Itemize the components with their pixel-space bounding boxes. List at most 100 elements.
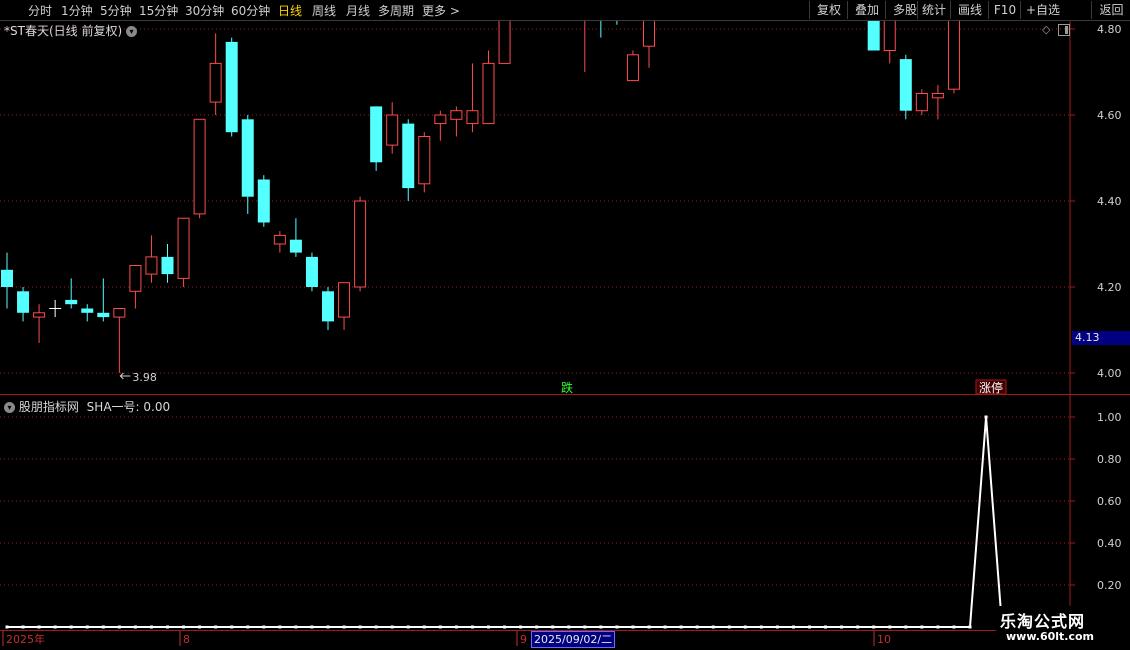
sub-y-tick-label-3: 0.40 xyxy=(1097,537,1122,550)
tab-period-3[interactable]: 15分钟 xyxy=(139,2,178,19)
candle xyxy=(113,308,126,373)
candle-body xyxy=(225,41,238,133)
tab-period-9[interactable]: 多周期 xyxy=(378,2,414,19)
kline-chart[interactable]: 5.405.205.004.804.604.404.204.00 1.000.8… xyxy=(0,21,1130,650)
candle-body xyxy=(289,239,302,253)
candle-body xyxy=(434,114,447,125)
candle xyxy=(33,304,46,343)
indicator-point xyxy=(454,625,458,629)
indicator-point xyxy=(551,625,555,629)
candle-body xyxy=(931,93,944,99)
tab-period-8[interactable]: 月线 xyxy=(346,2,370,19)
candle-body xyxy=(257,179,270,223)
candle-body xyxy=(177,217,190,279)
candle-body xyxy=(402,123,415,189)
indicator-point xyxy=(727,625,731,629)
indicator-point xyxy=(791,625,795,629)
candle-body xyxy=(322,291,334,322)
indicator-point xyxy=(711,625,715,629)
candle xyxy=(947,21,960,94)
indicator-point xyxy=(294,625,298,629)
candle xyxy=(209,33,222,115)
indicator-point xyxy=(503,625,507,629)
chevron-down-icon[interactable]: ▾ xyxy=(4,402,15,413)
candle-body xyxy=(33,312,46,318)
toolbar-button-3[interactable]: 统计 xyxy=(917,1,950,19)
toolbar-button-4[interactable]: 画线 xyxy=(950,1,989,19)
marker-limit-up: 涨停 xyxy=(979,380,1003,395)
candles xyxy=(1,21,960,373)
tab-period-6[interactable]: 日线 xyxy=(278,2,302,19)
candle xyxy=(386,102,399,154)
diamond-icon[interactable]: ◇ xyxy=(1042,23,1050,36)
toolbar-button-0[interactable]: 复权 xyxy=(809,1,848,19)
indicator-point xyxy=(519,625,523,629)
panel-toggle-icon[interactable] xyxy=(1058,24,1070,36)
candle xyxy=(402,119,415,201)
candle xyxy=(305,252,318,292)
candle xyxy=(354,196,367,292)
candle-body xyxy=(643,21,655,47)
candle xyxy=(915,89,928,115)
toolbar-button-1[interactable]: 叠加 xyxy=(847,1,886,19)
indicator-point xyxy=(904,625,908,629)
toolbar: 分时 1分钟 5分钟 15分钟 30分钟 60分钟 日线 周线 月线 多周期 更多 > 复权 叠加 多股… xyxy=(0,0,1130,21)
candle xyxy=(129,265,142,309)
candle xyxy=(1,252,13,309)
indicator-point xyxy=(310,625,314,629)
toolbar-button-7[interactable]: 返回 xyxy=(1091,1,1130,19)
indicator-point xyxy=(583,625,587,629)
indicator-point xyxy=(117,625,121,629)
tab-period-7[interactable]: 周线 xyxy=(312,2,336,19)
candle xyxy=(899,54,912,120)
candle xyxy=(145,235,158,283)
stock-title[interactable]: *ST春天(日线 前复权) xyxy=(4,24,122,38)
indicator-value: SHA一号: 0.00 xyxy=(86,400,171,414)
x-axis: 2025年 8 9 10 xyxy=(2,631,891,646)
indicator-point xyxy=(262,625,266,629)
candle-body xyxy=(498,21,511,64)
indicator-point xyxy=(567,625,571,629)
indicator-point xyxy=(808,625,811,629)
y-tick-label-4: 4.60 xyxy=(1097,109,1122,122)
tab-period-5[interactable]: 60分钟 xyxy=(231,2,270,19)
candle-body xyxy=(626,54,639,82)
candle xyxy=(161,244,174,283)
toolbar-button-6[interactable]: +自选 xyxy=(1020,1,1065,19)
tab-period-10[interactable]: 更多 > xyxy=(422,2,460,19)
candle xyxy=(338,282,351,330)
sub-y-tick-label-0: 1.00 xyxy=(1097,411,1122,424)
price-tag: 4.13 xyxy=(1072,331,1130,345)
indicator-point xyxy=(182,625,186,629)
indicator-source[interactable]: 股朋指标网 xyxy=(19,400,79,414)
tab-period-1[interactable]: 1分钟 xyxy=(61,2,93,19)
indicator-point xyxy=(37,625,41,629)
candle xyxy=(65,278,78,309)
candle xyxy=(450,106,463,137)
indicator-point xyxy=(663,625,667,629)
main-panel-title: *ST春天(日线 前复权) ▾ xyxy=(4,22,137,39)
candle-body xyxy=(386,114,399,146)
chevron-down-icon[interactable]: ▾ xyxy=(125,26,137,37)
candle-body xyxy=(450,110,463,120)
indicator-point xyxy=(278,625,282,629)
tab-period-0[interactable]: 分时 xyxy=(28,2,52,19)
toolbar-button-5[interactable]: F10 xyxy=(988,1,1021,19)
candle xyxy=(322,287,334,330)
indicator-point xyxy=(775,625,779,629)
indicator-point xyxy=(487,625,490,629)
indicator-point xyxy=(5,625,9,629)
candle-body xyxy=(370,106,383,163)
tab-period-2[interactable]: 5分钟 xyxy=(100,2,132,19)
candle xyxy=(370,106,383,171)
candle xyxy=(482,50,495,125)
marker-down: 跌 xyxy=(561,380,573,395)
indicator-point xyxy=(936,625,940,629)
candle xyxy=(434,110,447,141)
y-axis-ticks: 5.405.205.004.804.604.404.204.00 xyxy=(1070,23,1122,380)
indicator-point xyxy=(214,625,218,629)
candle-body xyxy=(1,269,13,287)
y-tick-label-6: 4.20 xyxy=(1097,281,1122,294)
tab-period-4[interactable]: 30分钟 xyxy=(185,2,224,19)
sub-y-tick-label-4: 0.20 xyxy=(1097,579,1122,592)
